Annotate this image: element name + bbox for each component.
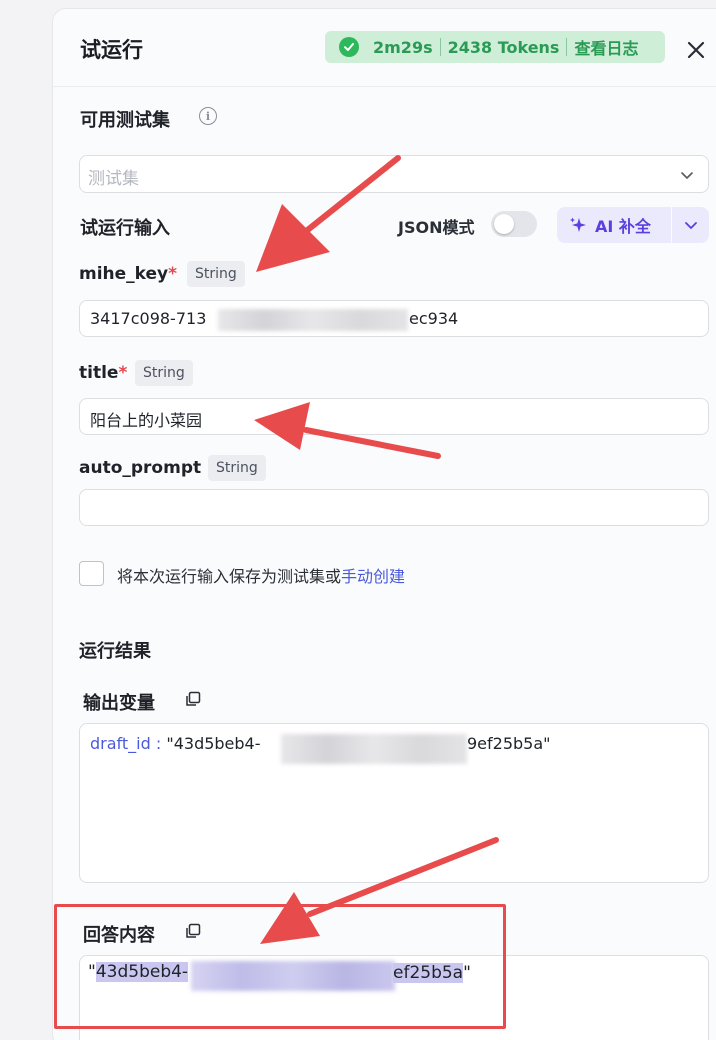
type-tag: String — [187, 261, 245, 287]
panel-title: 试运行 — [80, 38, 143, 62]
output-vars-label: 输出变量 — [83, 693, 155, 714]
run-tokens: 2438 Tokens — [447, 37, 560, 57]
test-set-select[interactable]: 测试集 — [79, 155, 709, 193]
test-run-panel: 试运行 2m29s 2438 Tokens 查看日志 可用测试集 i 测试集 试… — [52, 8, 716, 1040]
view-log-link[interactable]: 查看日志 — [574, 35, 638, 59]
status-separator — [566, 38, 568, 56]
json-mode-toggle[interactable] — [491, 211, 537, 237]
type-tag: String — [135, 360, 193, 386]
redaction-blur — [218, 309, 408, 331]
draft-id-suffix: 9ef25b5a" — [467, 734, 551, 753]
close-icon — [687, 41, 705, 59]
test-set-placeholder: 测试集 — [88, 169, 139, 189]
input-value-suffix: ec934 — [409, 309, 459, 328]
field-label-title: title* — [79, 363, 127, 383]
input-value-prefix: 3417c098-713 — [90, 309, 207, 328]
redaction-blur — [281, 734, 467, 764]
type-tag: String — [208, 455, 266, 481]
manual-create-link[interactable]: 手动创建 — [341, 567, 405, 586]
json-mode-label: JSON模式 — [398, 218, 475, 237]
ai-fill-button[interactable]: AI 补全 — [557, 207, 671, 243]
run-status-pill: 2m29s 2438 Tokens 查看日志 — [325, 31, 665, 63]
run-input-label: 试运行输入 — [80, 218, 170, 239]
status-separator — [439, 38, 441, 56]
close-button[interactable] — [681, 35, 711, 65]
title-input[interactable]: 阳台上的小菜园 — [79, 398, 709, 435]
field-label-auto-prompt: auto_prompt — [79, 458, 201, 478]
toggle-knob — [494, 214, 514, 234]
field-name: mihe_key — [79, 264, 169, 284]
ai-fill-dropdown[interactable] — [672, 218, 709, 232]
required-mark: * — [118, 363, 128, 383]
required-mark: * — [168, 264, 178, 284]
info-icon[interactable]: i — [199, 107, 217, 125]
auto-prompt-input[interactable] — [79, 489, 709, 526]
field-name: title — [79, 363, 119, 383]
chevron-down-icon — [680, 167, 694, 186]
chevron-down-icon — [684, 222, 697, 229]
field-name: auto_prompt — [79, 458, 202, 478]
panel-header: 试运行 2m29s 2438 Tokens 查看日志 — [53, 9, 716, 87]
field-label-mihe-key: mihe_key* — [79, 264, 177, 284]
ai-fill-button-group: AI 补全 — [557, 207, 709, 243]
annotation-highlight-box — [54, 904, 506, 1029]
run-results-label: 运行结果 — [79, 641, 151, 662]
draft-id-prefix: "43d5beb4- — [166, 734, 261, 753]
copy-icon[interactable] — [185, 691, 201, 707]
draft-id-key: draft_id : — [90, 734, 162, 753]
save-option-text: 将本次运行输入保存为测试集或 — [117, 567, 342, 586]
save-as-test-set-text: 将本次运行输入保存为测试集或手动创建 — [117, 563, 405, 587]
check-circle-icon — [339, 37, 359, 57]
run-duration: 2m29s — [373, 37, 433, 57]
test-set-label: 可用测试集 — [80, 110, 170, 131]
sparkle-icon — [570, 217, 586, 232]
save-as-test-set-checkbox[interactable] — [79, 561, 104, 586]
ai-fill-label: AI 补全 — [595, 217, 651, 236]
